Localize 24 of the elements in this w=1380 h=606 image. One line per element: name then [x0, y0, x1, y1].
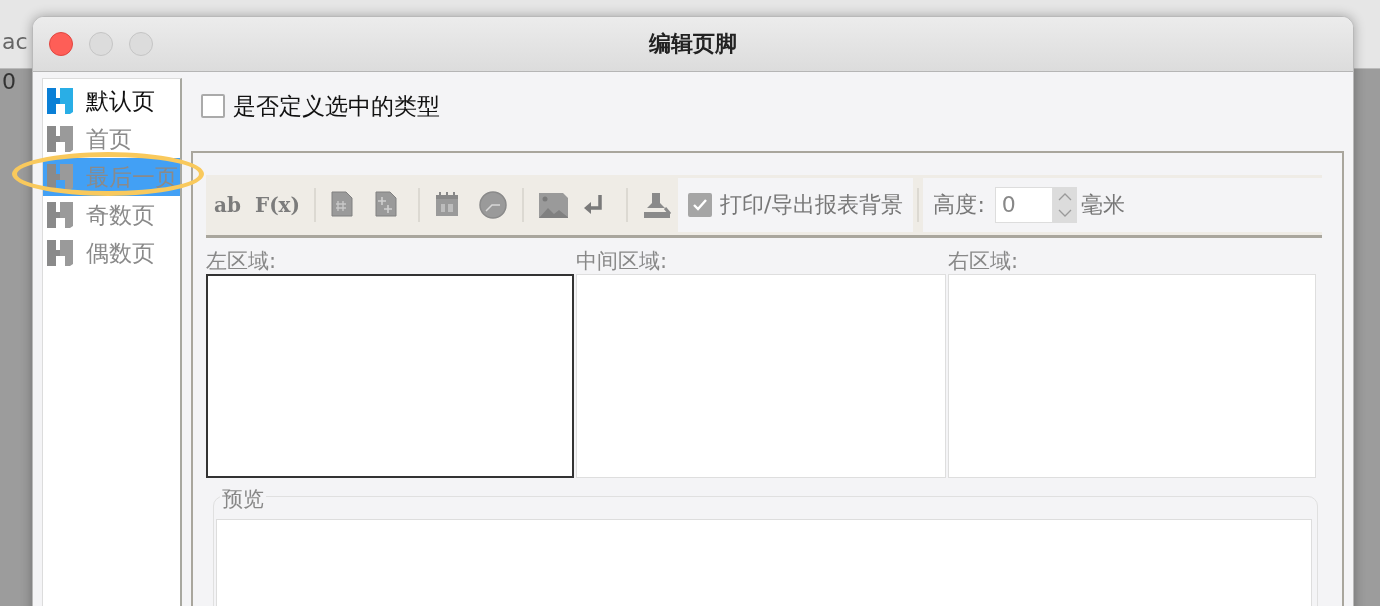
stamp-icon[interactable] [642, 190, 672, 220]
image-icon[interactable] [538, 190, 568, 220]
toolbar-text: ac [2, 29, 28, 54]
checkbox[interactable] [201, 94, 225, 118]
text-tool[interactable]: F(x) [254, 193, 300, 217]
checkbox-label: 打印/导出报表背景 [720, 191, 904, 219]
close-button[interactable] [49, 32, 73, 56]
zone-text-area[interactable] [206, 274, 574, 478]
checkbox-label: 是否定义选中的类型 [233, 91, 440, 121]
zone-label: 右区域: [948, 248, 1020, 274]
sidebar-item[interactable]: 首页 [43, 120, 180, 158]
sidebar-item[interactable]: 奇数页 [43, 196, 180, 234]
stepper[interactable] [1052, 187, 1077, 223]
zone-label: 中间区域: [576, 248, 669, 274]
sidebar-item[interactable]: 偶数页 [43, 234, 180, 272]
height-field[interactable]: 0 [994, 187, 1053, 223]
clock-icon[interactable] [478, 190, 508, 220]
ruler-number: 0 [2, 69, 16, 96]
zone-label: 左区域: [206, 248, 278, 274]
unit-label: 毫米 [1080, 191, 1125, 219]
text-tool[interactable]: ab [214, 193, 241, 217]
height-label: 高度: [933, 191, 985, 219]
sidebar-item[interactable]: 默认页 [43, 82, 180, 120]
window-title: 编辑页脚 [649, 30, 737, 58]
